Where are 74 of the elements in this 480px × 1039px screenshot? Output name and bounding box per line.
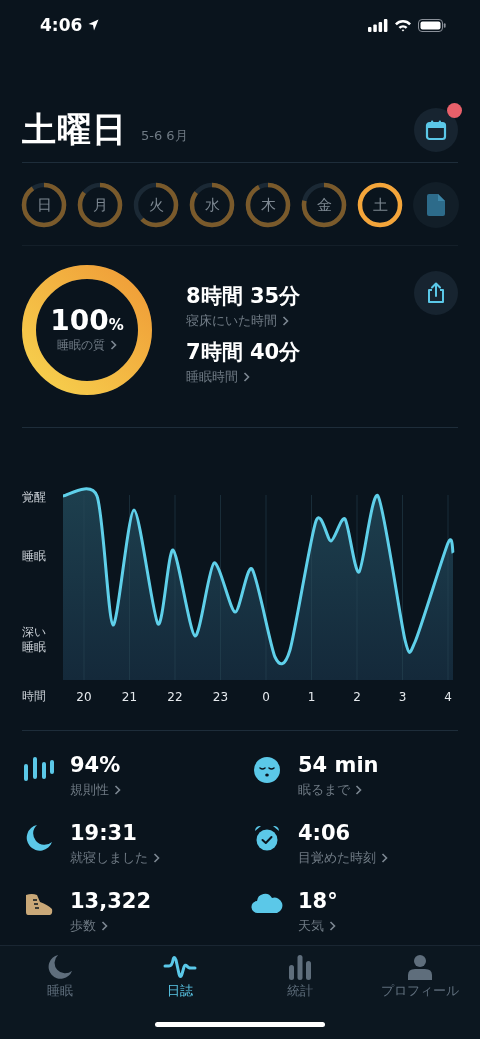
document-icon	[427, 194, 445, 216]
chevron-icon	[114, 785, 121, 795]
stat-link[interactable]: 歩数	[70, 917, 152, 935]
wave-icon	[163, 954, 197, 980]
chevron-icon	[153, 853, 160, 863]
hour-label: 20	[76, 690, 92, 704]
hour-label: 1	[307, 690, 316, 704]
hour-label: 3	[398, 690, 407, 704]
day-title: 土曜日	[22, 108, 127, 151]
cloud-icon	[251, 892, 283, 914]
moon-icon	[47, 954, 73, 980]
axis-label: 時間	[22, 688, 46, 705]
tab-item[interactable]: プロフィール	[360, 954, 480, 1004]
bar-chart-icon	[287, 954, 313, 980]
wifi-icon	[394, 18, 412, 32]
chevron-icon	[110, 340, 117, 351]
share-button[interactable]	[414, 271, 458, 315]
hour-label: 21	[121, 690, 138, 704]
calendar-button[interactable]	[414, 108, 458, 152]
duration-value: 7時間 40分	[186, 339, 301, 366]
hour-label: 4	[444, 690, 452, 704]
stat-value: 54 min	[298, 753, 379, 777]
duration-value: 8時間 35分	[186, 283, 301, 310]
duration-link[interactable]: 寝床にいた時間	[186, 312, 301, 330]
share-icon	[426, 282, 446, 304]
stat-link[interactable]: 規則性	[70, 781, 121, 799]
stat-link[interactable]: 天気	[298, 917, 338, 935]
status-time: 4:06	[40, 15, 83, 35]
day-ring[interactable]: 日	[21, 182, 67, 228]
location-icon	[88, 19, 100, 31]
chevron-icon	[355, 785, 362, 795]
shoe-icon	[24, 892, 54, 918]
battery-icon	[418, 18, 446, 32]
chevron-icon	[282, 316, 289, 326]
stage-label: 睡眠	[22, 548, 47, 564]
quality-link[interactable]: 睡眠の質	[57, 336, 117, 354]
bars-icon	[23, 756, 55, 784]
date-range: 5-6 6月	[141, 127, 188, 145]
duration-link[interactable]: 睡眠時間	[186, 368, 301, 386]
chevron-icon	[101, 921, 108, 931]
sleepy-face-icon	[253, 756, 281, 784]
chevron-icon	[243, 372, 250, 382]
quality-percent: 100%	[50, 306, 124, 337]
person-icon	[407, 954, 433, 980]
tab-item[interactable]: 睡眠	[0, 954, 120, 1004]
moon-icon	[25, 824, 53, 852]
day-ring[interactable]: 土	[357, 182, 403, 228]
stat-value: 13,322	[70, 889, 152, 913]
tab-item[interactable]: 日誌	[120, 954, 240, 1004]
signal-icon	[368, 18, 388, 32]
stat-value: 94%	[70, 753, 121, 777]
stat-link[interactable]: 就寝しました	[70, 849, 160, 867]
chevron-icon	[381, 853, 388, 863]
stat-value: 18°	[298, 889, 338, 913]
chevron-icon	[329, 921, 336, 931]
day-ring[interactable]: 月	[77, 182, 123, 228]
day-ring[interactable]: 火	[133, 182, 179, 228]
hour-label: 2	[353, 690, 361, 704]
tab-item[interactable]: 統計	[240, 954, 360, 1004]
calendar-icon	[425, 119, 447, 141]
stage-label: 覚醒	[22, 489, 47, 505]
stage-label: 深い睡眠	[22, 625, 47, 655]
hour-label: 23	[212, 690, 229, 704]
stat-value: 4:06	[298, 821, 352, 845]
hour-label: 0	[262, 690, 270, 704]
day-ring[interactable]: 水	[189, 182, 235, 228]
hour-label: 22	[167, 690, 183, 704]
stat-link[interactable]: 眠るまで	[298, 781, 379, 799]
stat-value: 19:31	[70, 821, 138, 845]
day-ring[interactable]: 木	[245, 182, 291, 228]
day-ring[interactable]: 金	[301, 182, 347, 228]
alarm-clock-icon	[253, 824, 281, 852]
report-button[interactable]	[413, 182, 459, 228]
stat-link[interactable]: 目覚めた時刻	[298, 849, 388, 867]
